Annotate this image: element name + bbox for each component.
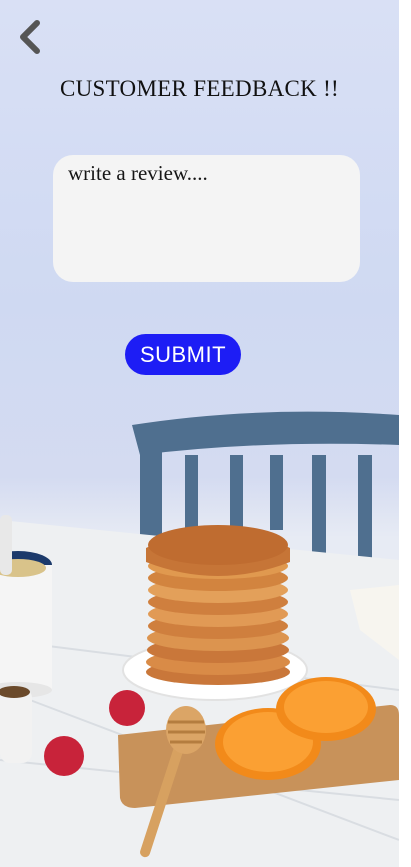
feedback-screen: CUSTOMER FEEDBACK !! SUBMIT: [0, 0, 399, 867]
submit-button[interactable]: SUBMIT: [125, 334, 241, 375]
raspberry: [44, 736, 84, 776]
back-button[interactable]: [12, 18, 46, 56]
review-input[interactable]: [53, 155, 360, 282]
raspberry: [109, 690, 145, 726]
pancakes: [146, 525, 290, 685]
background-photo: [0, 411, 399, 867]
page-title: CUSTOMER FEEDBACK !!: [59, 76, 340, 101]
chevron-left-icon: [20, 20, 40, 54]
